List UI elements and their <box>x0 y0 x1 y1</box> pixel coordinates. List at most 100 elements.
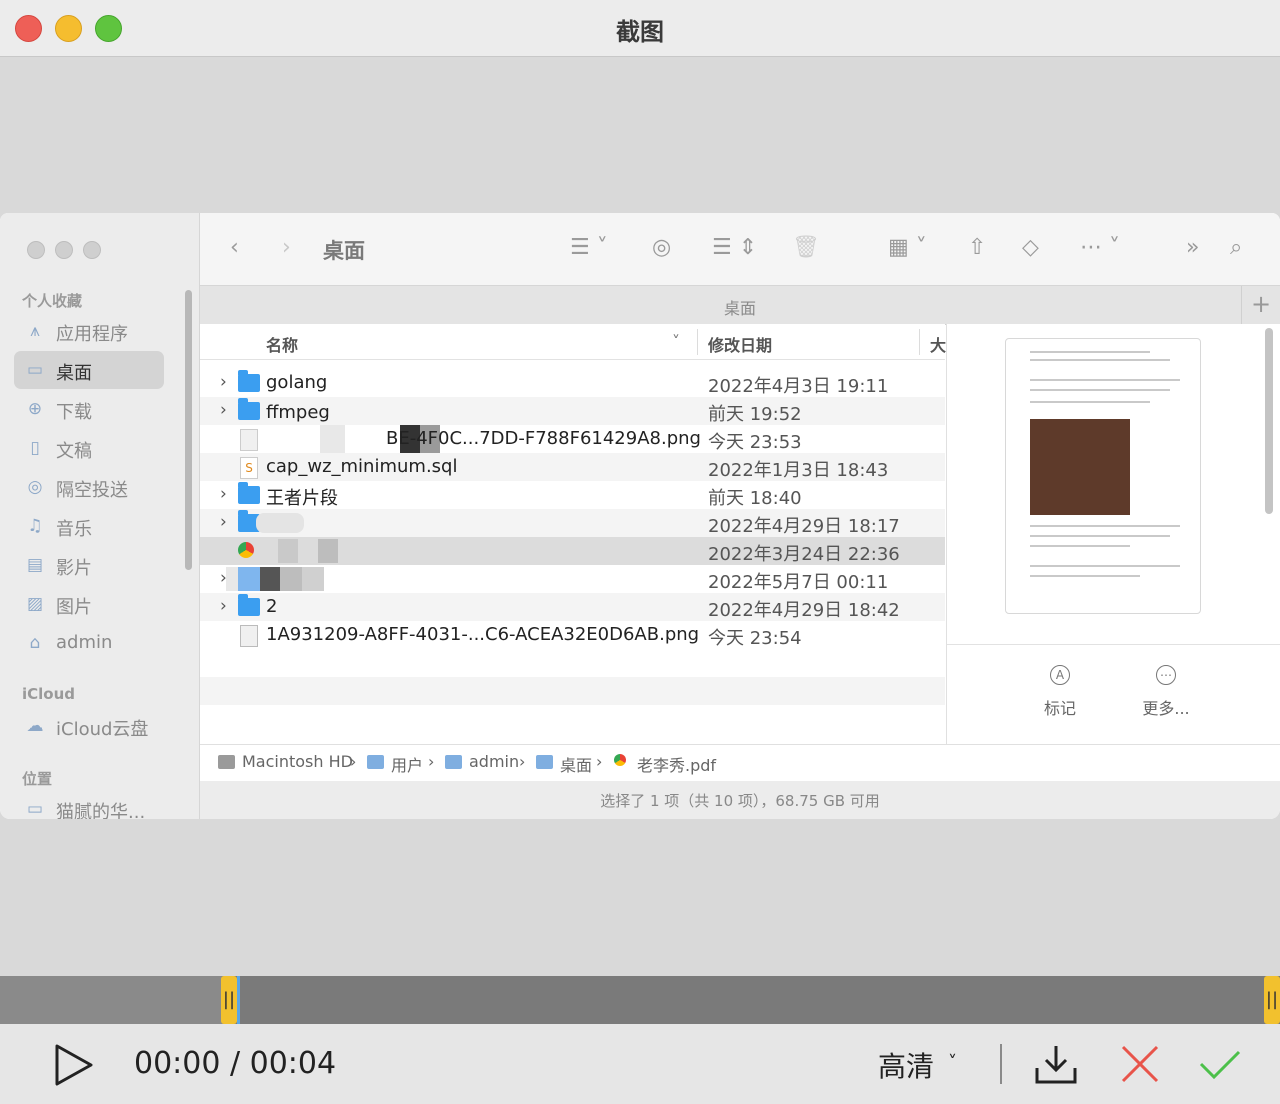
disclosure-chevron-icon[interactable]: › <box>220 400 227 420</box>
sidebar-item-desktop[interactable]: ▭ 桌面 <box>14 351 164 389</box>
disclosure-chevron-icon[interactable]: › <box>220 484 227 504</box>
back-icon[interactable]: ‹ <box>230 235 239 260</box>
disclosure-chevron-icon[interactable]: › <box>220 596 227 616</box>
confirm-icon[interactable] <box>1198 1048 1242 1082</box>
chevron-down-icon[interactable]: ˅ <box>948 1052 957 1073</box>
tag-icon[interactable]: ◇ <box>1022 235 1039 260</box>
column-divider[interactable] <box>919 329 920 355</box>
sidebar-item-location[interactable]: ▭ 猫腻的华... <box>14 790 164 819</box>
file-row[interactable]: › ffmpeg 前天 19:52 <box>200 397 945 425</box>
folder-icon <box>238 370 260 392</box>
path-item-file[interactable]: 老李秀.pdf <box>637 752 716 776</box>
finder-zoom-button[interactable] <box>83 241 101 259</box>
column-size-header[interactable]: 大 <box>930 332 946 356</box>
sidebar-item-label: 应用程序 <box>56 324 128 345</box>
home-icon: ⌂ <box>29 633 41 653</box>
path-item-macintosh-hd[interactable]: Macintosh HD <box>242 752 353 771</box>
sidebar-item-downloads[interactable]: ⊕ 下载 <box>14 390 164 428</box>
playback-time: 00:00 / 00:04 <box>134 1046 337 1081</box>
video-timeline[interactable]: || || <box>0 976 1280 1024</box>
view-options-icon[interactable]: ☰ ˅ <box>570 235 608 260</box>
path-item-users[interactable]: 用户 <box>391 752 423 776</box>
group-grid-icon[interactable]: ▦ ˅ <box>888 235 927 260</box>
file-row[interactable]: › golang 2022年4月3日 19:11 <box>200 369 945 397</box>
sidebar-item-admin[interactable]: ⌂ admin <box>14 624 164 662</box>
column-date-header[interactable]: 修改日期 <box>708 332 772 356</box>
trim-end-handle[interactable]: || <box>1264 976 1280 1024</box>
ellipsis-icon: ⋯ <box>1156 665 1176 685</box>
sidebar-item-label: 音乐 <box>56 519 92 540</box>
sidebar-scrollbar[interactable] <box>185 290 192 570</box>
tab-desktop[interactable]: 桌面 <box>200 295 1280 319</box>
sidebar-item-icloud-drive[interactable]: ☁ iCloud云盘 <box>14 707 164 745</box>
quality-selector[interactable]: 高清 <box>878 1045 934 1085</box>
sidebar-item-movies[interactable]: ▤ 影片 <box>14 546 164 584</box>
markup-label: 标记 <box>1043 699 1076 718</box>
file-date: 2022年1月3日 18:43 <box>708 460 889 481</box>
download-icon[interactable] <box>1034 1042 1078 1086</box>
thumbnail-line <box>1030 525 1180 527</box>
file-row[interactable]: › 2022年4月29日 18:17 <box>200 509 945 537</box>
column-header: 名称 ˅ 修改日期 大 <box>200 324 946 360</box>
preview-scrollbar[interactable] <box>1265 328 1273 514</box>
image-file-icon <box>240 625 258 647</box>
trim-start-handle[interactable]: || <box>221 976 237 1024</box>
column-name-header[interactable]: 名称 <box>266 332 298 356</box>
file-row[interactable]: › 王者片段 前天 18:40 <box>200 481 945 509</box>
finder-minimize-button[interactable] <box>55 241 73 259</box>
folder-icon <box>536 755 553 769</box>
markup-button[interactable]: A 标记 <box>1015 665 1105 719</box>
add-tab-button[interactable]: + <box>1241 286 1280 324</box>
disclosure-chevron-icon[interactable]: › <box>220 512 227 532</box>
file-row[interactable]: BE-4F0C...7DD-F788F61429A8.png 今天 23:53 <box>200 425 945 453</box>
more-button[interactable]: ⋯ 更多... <box>1121 665 1211 719</box>
sidebar-item-label: iCloud云盘 <box>56 719 149 740</box>
sort-list-icon[interactable]: ☰ ⇕ <box>712 235 757 260</box>
file-row-selected[interactable]: 2022年3月24日 22:36 <box>200 537 945 565</box>
disclosure-chevron-icon[interactable]: › <box>220 372 227 392</box>
finder-close-button[interactable] <box>27 241 45 259</box>
download-icon: ⊕ <box>27 399 43 419</box>
overflow-chevron-icon[interactable]: » <box>1186 235 1199 260</box>
cancel-icon[interactable] <box>1120 1044 1160 1084</box>
image-file-icon <box>240 429 258 451</box>
sidebar-item-music[interactable]: ♫ 音乐 <box>14 507 164 545</box>
forward-icon[interactable]: › <box>282 235 291 260</box>
playhead[interactable] <box>237 976 240 1024</box>
file-name: ffmpeg <box>266 402 330 423</box>
sidebar-item-label: 文稿 <box>56 441 92 462</box>
music-icon: ♫ <box>27 516 43 536</box>
trash-icon[interactable]: 🗑 <box>792 235 820 260</box>
thumbnail-line <box>1030 565 1180 567</box>
preview-pane: A 标记 ⋯ 更多... <box>946 324 1280 744</box>
path-item-desktop[interactable]: 桌面 <box>560 752 592 776</box>
more-label: 更多... <box>1142 699 1190 718</box>
thumbnail-line <box>1030 359 1170 361</box>
folder-icon <box>238 594 260 616</box>
file-date: 今天 23:54 <box>708 628 802 649</box>
chrome-pdf-icon <box>614 754 626 766</box>
file-row[interactable]: S cap_wz_minimum.sql 2022年1月3日 18:43 <box>200 453 945 481</box>
sidebar-item-pictures[interactable]: ▨ 图片 <box>14 585 164 623</box>
search-icon[interactable]: ⌕ <box>1230 235 1242 260</box>
file-row[interactable]: 1A931209-A8FF-4031-...C6-ACEA32E0D6AB.pn… <box>200 621 945 649</box>
empty-row <box>200 649 945 677</box>
thumbnail-line <box>1030 389 1170 391</box>
file-name: 2 <box>266 596 278 617</box>
file-row[interactable]: › 2 2022年4月29日 18:42 <box>200 593 945 621</box>
player-controls: 00:00 / 00:04 高清 ˅ <box>0 1024 1280 1104</box>
timeline-trimmed-region <box>0 976 225 1024</box>
file-row[interactable]: › 2022年5月7日 00:11 <box>200 565 945 593</box>
column-divider[interactable] <box>697 329 698 355</box>
status-text: 选择了 1 项（共 10 项），68.75 GB 可用 <box>600 792 880 810</box>
sidebar-item-applications[interactable]: ⩚ 应用程序 <box>14 312 164 350</box>
path-item-admin[interactable]: admin <box>469 752 519 771</box>
play-icon[interactable] <box>54 1044 94 1086</box>
redacted-block <box>256 513 304 533</box>
share-icon[interactable]: ⇧ <box>968 235 986 260</box>
more-actions-icon[interactable]: ⋯ ˅ <box>1080 235 1120 260</box>
airdrop-icon[interactable]: ◎ <box>652 235 671 260</box>
sidebar-item-airdrop[interactable]: ◎ 隔空投送 <box>14 468 164 506</box>
sort-chevron-icon[interactable]: ˅ <box>672 332 680 351</box>
sidebar-item-documents[interactable]: ▯ 文稿 <box>14 429 164 467</box>
